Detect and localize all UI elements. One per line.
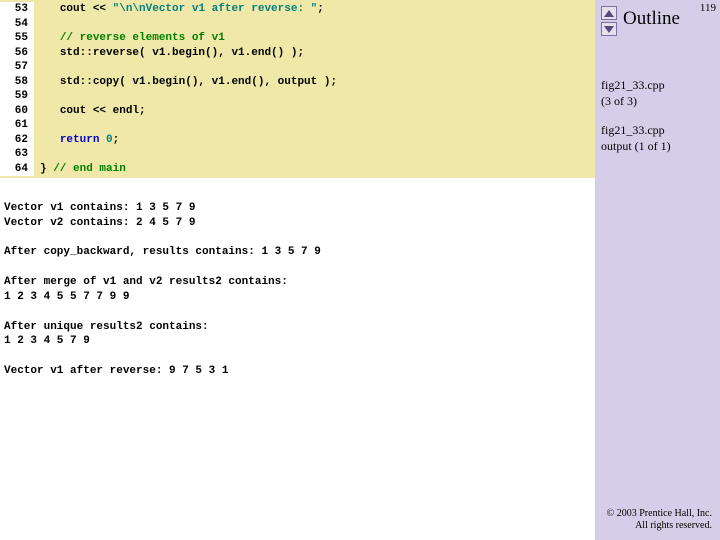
code-block: 53 cout << "\n\nVector v1 after reverse:… xyxy=(0,0,595,178)
nav-buttons xyxy=(601,6,617,36)
line-number: 54 xyxy=(0,17,34,32)
code-text: cout << "\n\nVector v1 after reverse: "; xyxy=(34,2,324,17)
code-line: 62 return 0; xyxy=(0,133,595,148)
page-number: 119 xyxy=(700,2,716,14)
output-line: After unique results2 contains: xyxy=(4,321,209,333)
output-line: Vector v1 after reverse: 9 7 5 3 1 xyxy=(4,365,228,377)
line-number: 57 xyxy=(0,60,34,75)
code-text: return 0; xyxy=(34,133,119,148)
code-line: 60 cout << endl; xyxy=(0,104,595,119)
code-line: 64} // end main xyxy=(0,162,595,177)
line-number: 64 xyxy=(0,162,34,177)
output-line: 1 2 3 4 5 7 9 xyxy=(4,335,90,347)
code-line: 57 xyxy=(0,60,595,75)
copyright-line: All rights reserved. xyxy=(635,520,712,531)
sidebar-link-sub: (3 of 3) xyxy=(601,94,637,108)
program-output: Vector v1 contains: 1 3 5 7 9 Vector v2 … xyxy=(0,180,595,400)
triangle-up-icon xyxy=(604,10,614,17)
line-number: 53 xyxy=(0,2,34,17)
code-text: std::reverse( v1.begin(), v1.end() ); xyxy=(34,46,304,61)
copyright-line: © 2003 Prentice Hall, Inc. xyxy=(607,508,712,519)
code-line: 63 xyxy=(0,147,595,162)
line-number: 60 xyxy=(0,104,34,119)
code-text: } // end main xyxy=(34,162,126,177)
output-line: After copy_backward, results contains: 1… xyxy=(4,246,321,258)
outline-title: Outline xyxy=(601,8,714,30)
output-line: Vector v2 contains: 2 4 5 7 9 xyxy=(4,217,195,229)
code-line: 53 cout << "\n\nVector v1 after reverse:… xyxy=(0,2,595,17)
line-number: 62 xyxy=(0,133,34,148)
code-line: 54 xyxy=(0,17,595,32)
nav-down-button[interactable] xyxy=(601,22,617,36)
code-text: // reverse elements of v1 xyxy=(34,31,225,46)
sidebar-link-sub: output (1 of 1) xyxy=(601,139,671,153)
output-line: 1 2 3 4 5 5 7 7 9 9 xyxy=(4,291,129,303)
sidebar-link[interactable]: fig21_33.cpp (3 of 3) xyxy=(601,78,714,109)
code-text: cout << endl; xyxy=(34,104,146,119)
nav-up-button[interactable] xyxy=(601,6,617,20)
line-number: 55 xyxy=(0,31,34,46)
output-line: Vector v1 contains: 1 3 5 7 9 xyxy=(4,202,195,214)
line-number: 59 xyxy=(0,89,34,104)
sidebar-link-label: fig21_33.cpp xyxy=(601,123,665,137)
sidebar-links: fig21_33.cpp (3 of 3) fig21_33.cpp outpu… xyxy=(601,78,714,154)
line-number: 58 xyxy=(0,75,34,90)
line-number: 61 xyxy=(0,118,34,133)
code-line: 58 std::copy( v1.begin(), v1.end(), outp… xyxy=(0,75,595,90)
sidebar: 119 Outline fig21_33.cpp (3 of 3) fig21_… xyxy=(595,0,720,540)
slide: 53 cout << "\n\nVector v1 after reverse:… xyxy=(0,0,720,540)
copyright: © 2003 Prentice Hall, Inc. All rights re… xyxy=(607,508,712,532)
sidebar-link[interactable]: fig21_33.cpp output (1 of 1) xyxy=(601,123,714,154)
code-line: 56 std::reverse( v1.begin(), v1.end() ); xyxy=(0,46,595,61)
code-line: 59 xyxy=(0,89,595,104)
code-line: 61 xyxy=(0,118,595,133)
triangle-down-icon xyxy=(604,26,614,33)
line-number: 63 xyxy=(0,147,34,162)
line-number: 56 xyxy=(0,46,34,61)
code-line: 55 // reverse elements of v1 xyxy=(0,31,595,46)
sidebar-link-label: fig21_33.cpp xyxy=(601,78,665,92)
output-line: After merge of v1 and v2 results2 contai… xyxy=(4,276,288,288)
code-text: std::copy( v1.begin(), v1.end(), output … xyxy=(34,75,337,90)
